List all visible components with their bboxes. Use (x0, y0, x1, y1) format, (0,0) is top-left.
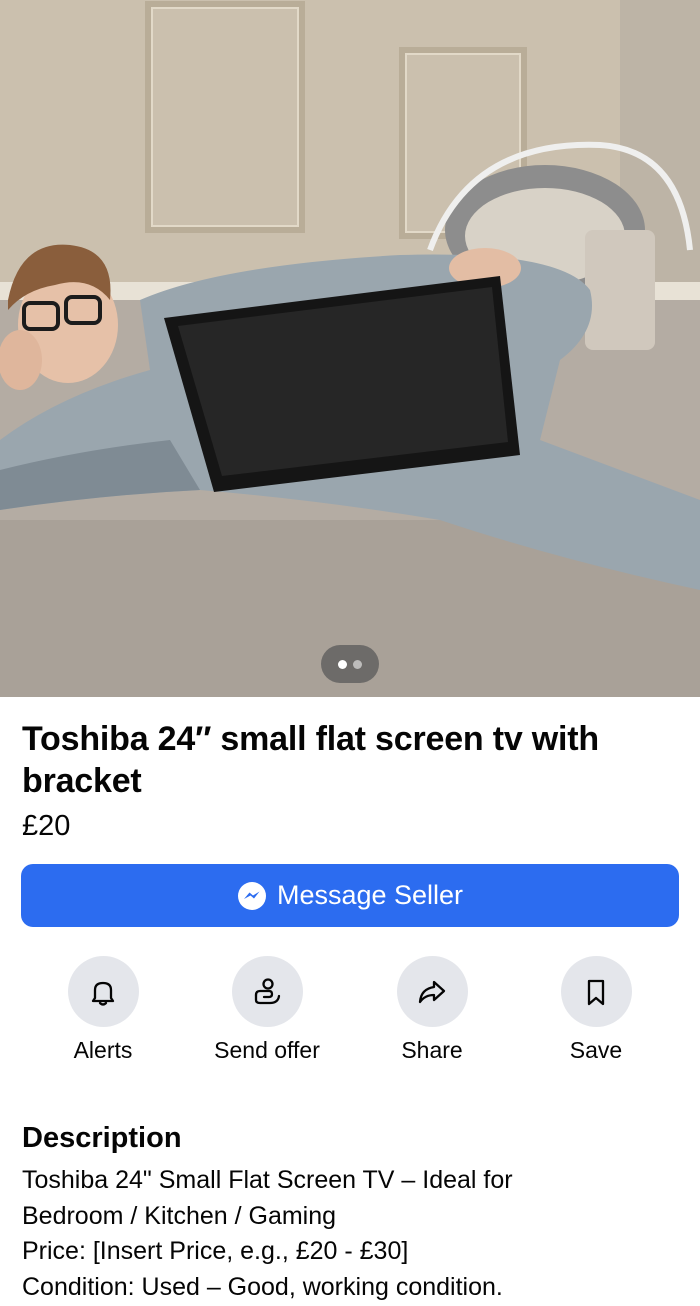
carousel-dot[interactable] (353, 659, 362, 669)
description-body: Toshiba 24" Small Flat Screen TV – Ideal… (22, 1163, 682, 1305)
description-line: Condition: Used – Good, working conditio… (22, 1272, 503, 1301)
send-offer-button-circle[interactable] (231, 956, 303, 1027)
share-button[interactable]: Share (362, 956, 502, 1065)
listing-price: £20 (22, 810, 71, 842)
description-line: Bedroom / Kitchen / Gaming (22, 1201, 337, 1230)
share-button-circle[interactable] (396, 956, 468, 1027)
share-arrow-icon (418, 980, 446, 1003)
alerts-button-circle[interactable] (67, 956, 139, 1027)
save-button[interactable]: Save (526, 956, 666, 1065)
description-heading: Description (22, 1122, 182, 1154)
carousel-dot-active[interactable] (338, 659, 347, 669)
alerts-button[interactable]: Alerts (33, 956, 173, 1065)
bell-icon (91, 981, 115, 1006)
share-label: Share (401, 1037, 463, 1063)
bookmark-icon (587, 979, 605, 1005)
description-line: Price: [Insert Price, e.g., £20 - £30] (22, 1237, 409, 1265)
description-line: Toshiba 24" Small Flat Screen TV – Ideal… (22, 1166, 513, 1194)
listing-photo-illustration (0, 0, 700, 697)
send-offer-button[interactable]: Send offer (197, 956, 337, 1065)
messenger-icon (237, 881, 266, 910)
offer-hand-icon (254, 977, 281, 1004)
carousel-indicator[interactable] (321, 645, 379, 683)
message-seller-button[interactable]: Message Seller (21, 864, 679, 927)
save-label: Save (569, 1037, 623, 1063)
listing-title: Toshiba 24″ small flat screen tv with br… (22, 720, 599, 800)
message-seller-label: Message Seller (276, 880, 464, 910)
save-button-circle[interactable] (560, 956, 632, 1027)
alerts-label: Alerts (73, 1037, 133, 1063)
listing-photo[interactable] (0, 0, 700, 697)
send-offer-label: Send offer (214, 1037, 320, 1063)
action-row: Alerts Send offer Share Save (0, 956, 700, 1066)
